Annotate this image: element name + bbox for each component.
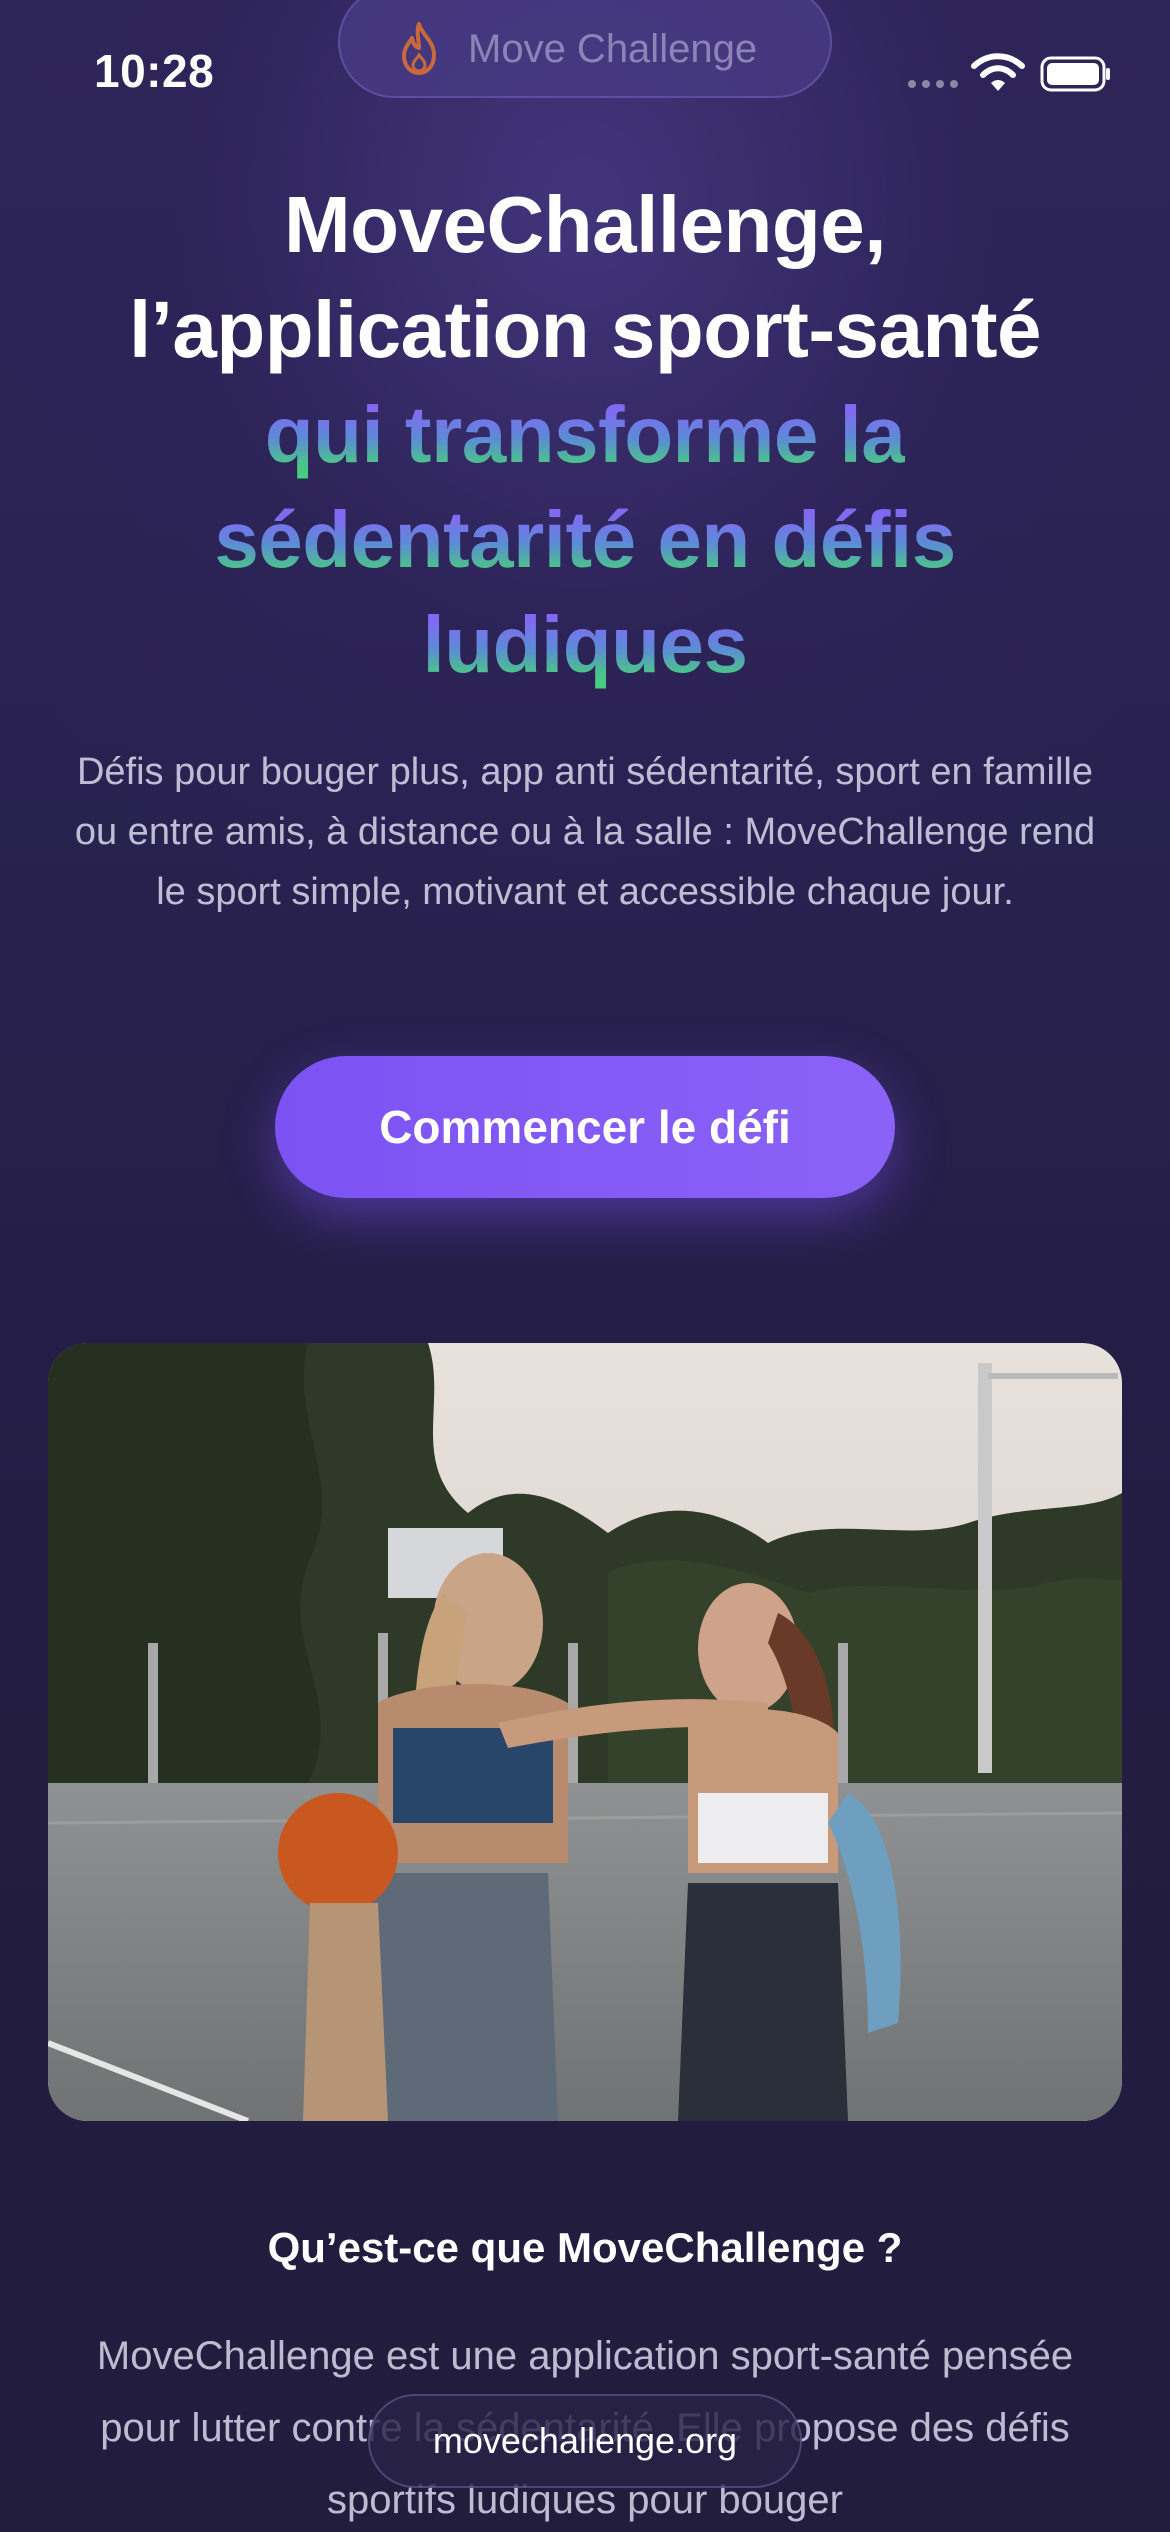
flame-icon bbox=[402, 22, 436, 75]
address-bar-url: movechallenge.org bbox=[432, 2420, 738, 2461]
hero-title-accent-line2: sédentarité en défis bbox=[214, 495, 956, 584]
hero-title-line1: MoveChallenge, bbox=[283, 180, 887, 269]
page: 10:28 Move Challenge MoveChallenge, l’ap… bbox=[0, 0, 1170, 2532]
start-challenge-button[interactable]: Commencer le défi bbox=[275, 1056, 895, 1198]
hero-photo bbox=[48, 1343, 1122, 2121]
section-heading: Qu’est-ce que MoveChallenge ? bbox=[267, 2224, 903, 2271]
hero-title-line2: l’application sport-santé bbox=[128, 285, 1042, 374]
battery-icon bbox=[1040, 56, 1110, 92]
hero-subtitle: Défis pour bouger plus, app anti sédenta… bbox=[74, 751, 1096, 913]
cellular-signal-icon bbox=[908, 80, 958, 88]
dynamic-island-app-pill[interactable]: Move Challenge bbox=[338, 0, 832, 98]
address-bar[interactable]: movechallenge.org bbox=[368, 2394, 802, 2488]
app-pill-label: Move Challenge bbox=[468, 26, 758, 71]
status-time: 10:28 bbox=[94, 45, 215, 97]
hero-title: MoveChallenge, l’application sport-santé… bbox=[60, 172, 1110, 697]
status-bar: 10:28 Move Challenge bbox=[0, 0, 1170, 140]
friends-walking-image bbox=[48, 1343, 1122, 2121]
wifi-icon bbox=[971, 53, 1025, 91]
hero-title-accent-line3: ludiques bbox=[422, 600, 748, 689]
hero-title-accent-line1: qui transforme la bbox=[264, 390, 906, 479]
